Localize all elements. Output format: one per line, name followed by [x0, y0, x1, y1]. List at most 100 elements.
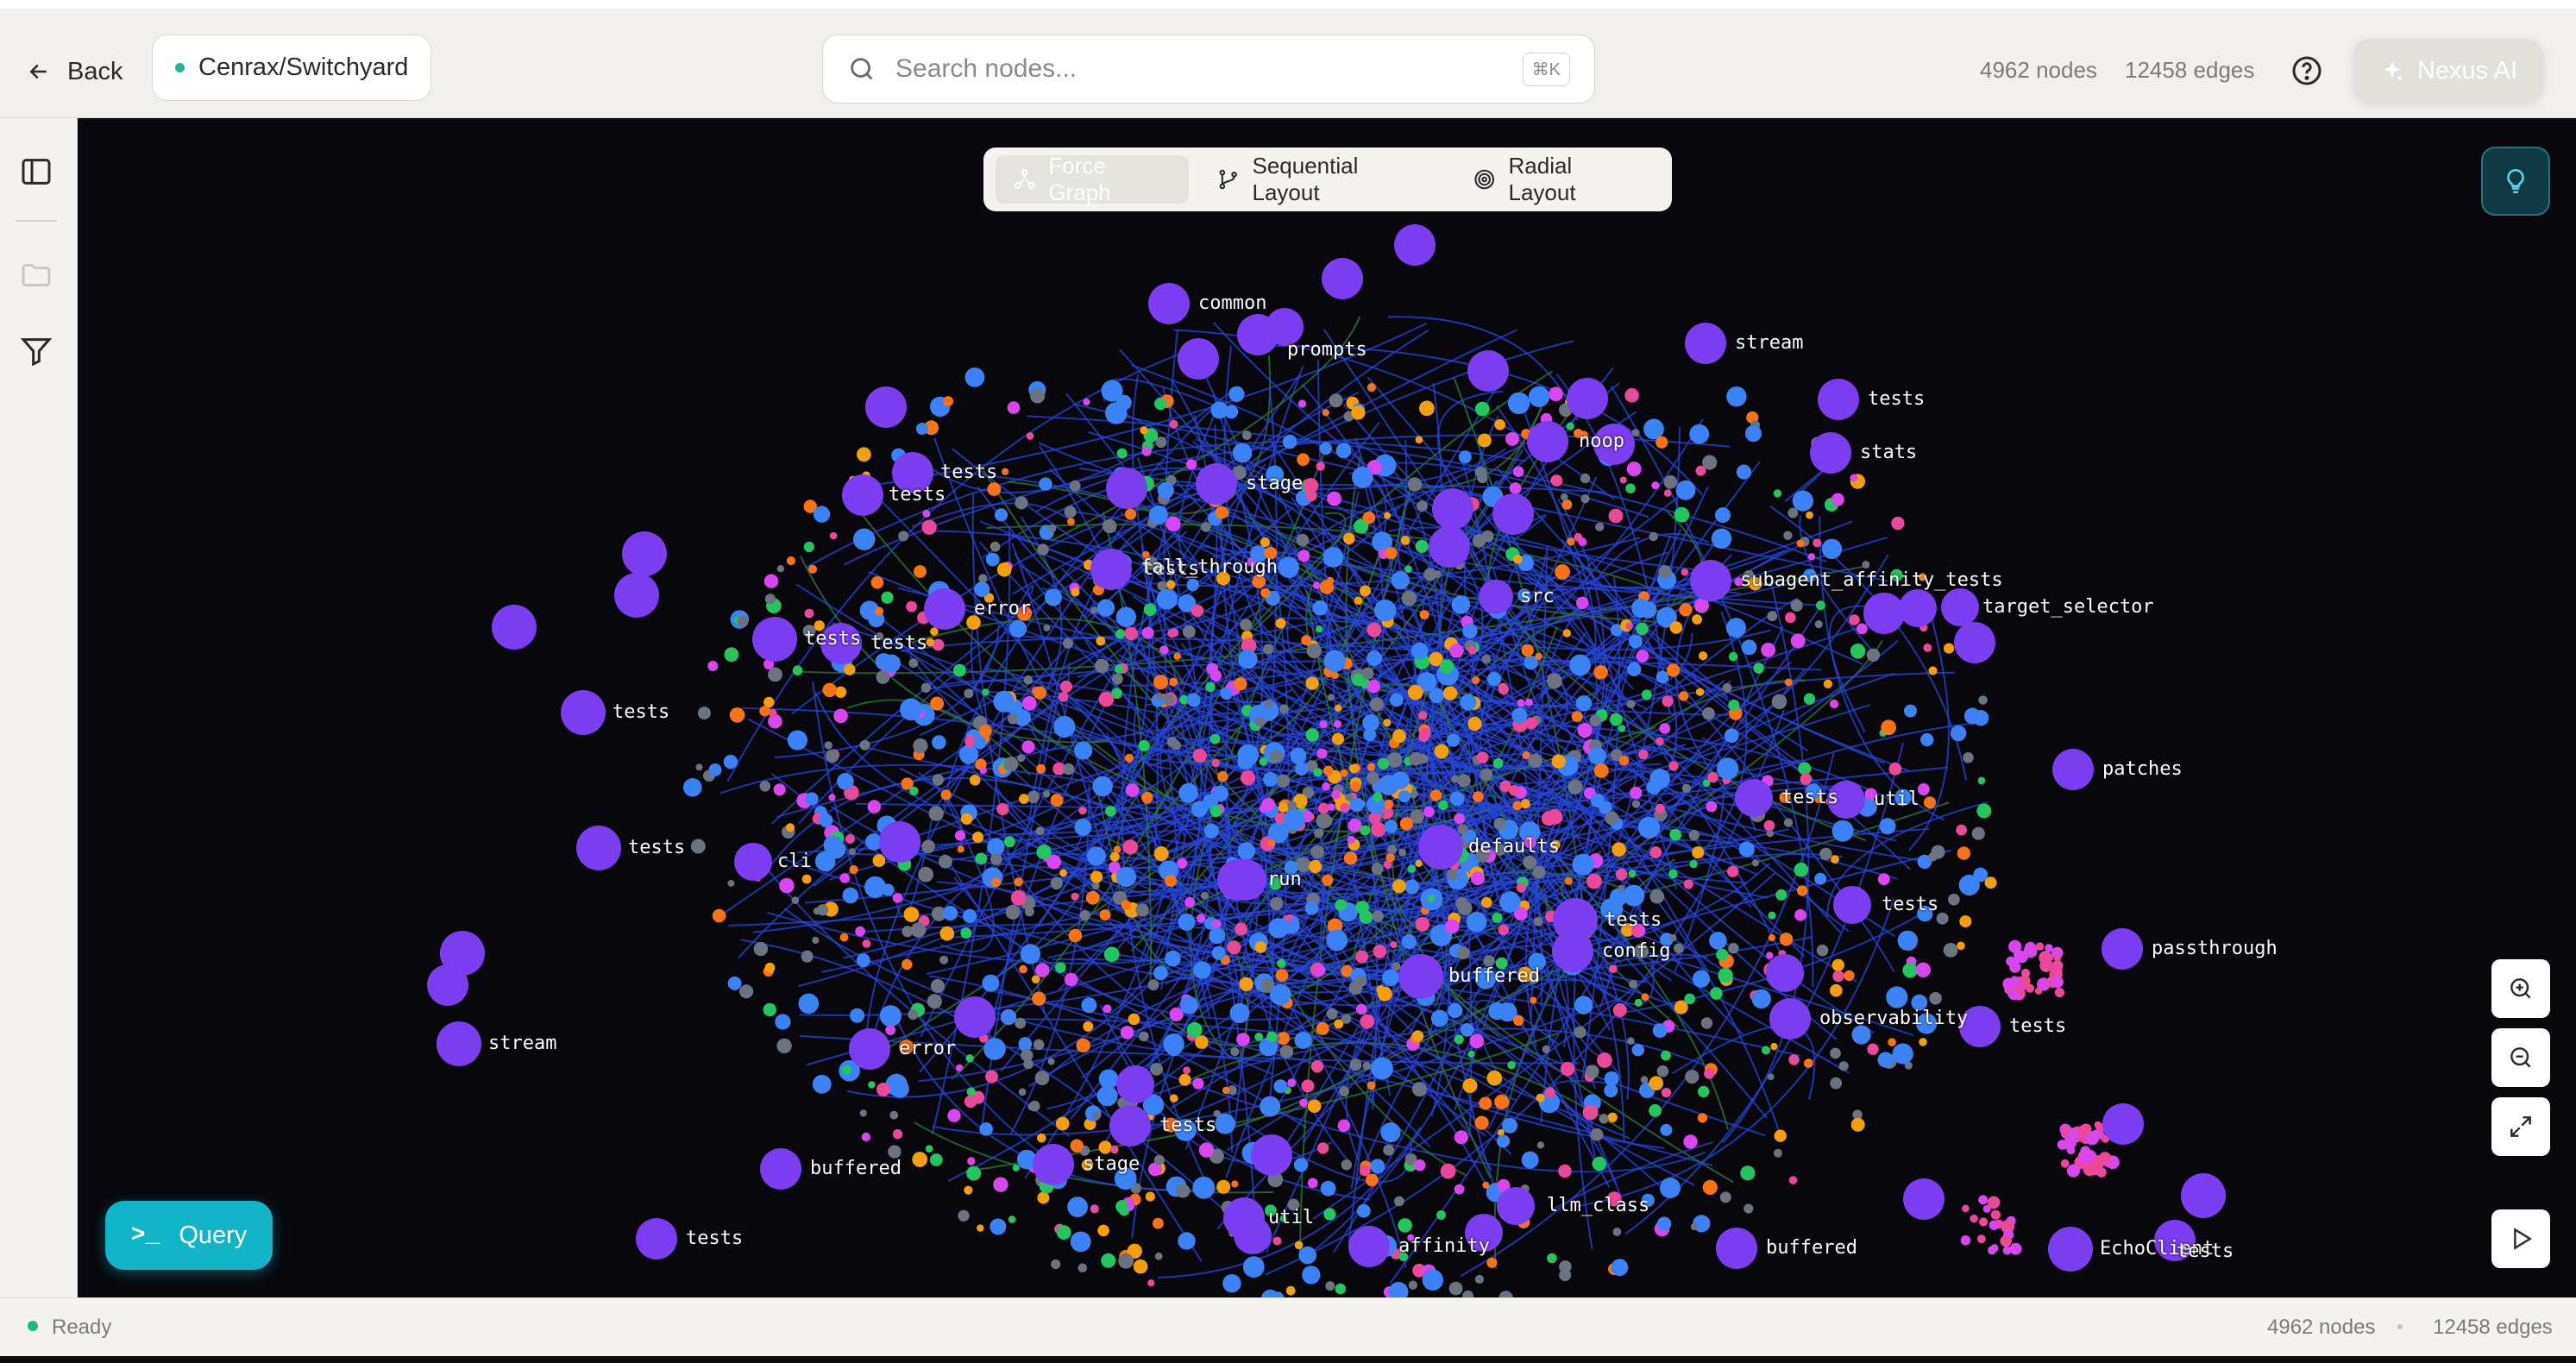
graph-node[interactable]: [1355, 950, 1368, 964]
graph-node[interactable]: [1448, 1281, 1463, 1296]
graph-node[interactable]: [1771, 694, 1787, 710]
query-button[interactable]: >_ Query: [105, 1201, 273, 1270]
graph-node[interactable]: [1474, 401, 1490, 417]
graph-node[interactable]: [1133, 1259, 1148, 1274]
graph-node[interactable]: [723, 754, 738, 769]
graph-node[interactable]: [1027, 1102, 1036, 1111]
graph-node[interactable]: [1209, 927, 1226, 945]
graph-node[interactable]: [1211, 758, 1220, 768]
graph-node[interactable]: [1339, 1086, 1349, 1096]
graph-node[interactable]: [1157, 581, 1167, 591]
graph-node[interactable]: [1314, 828, 1324, 839]
graph-node[interactable]: [1434, 744, 1449, 759]
graph-node[interactable]: [1689, 860, 1698, 869]
graph-node[interactable]: [1415, 917, 1430, 932]
graph-node[interactable]: [1109, 851, 1120, 862]
graph-node[interactable]: [1462, 1078, 1478, 1093]
graph-node[interactable]: [1963, 707, 1981, 725]
graph-node[interactable]: [1062, 638, 1073, 649]
graph-node[interactable]: [1276, 774, 1291, 788]
graph-node[interactable]: [1449, 791, 1465, 807]
graph-node[interactable]: [1663, 474, 1678, 489]
cluster-node[interactable]: [1567, 378, 1608, 419]
graph-node[interactable]: [978, 574, 988, 583]
graph-node[interactable]: [775, 1014, 791, 1030]
graph-node[interactable]: [849, 864, 858, 875]
graph-node[interactable]: [1362, 1061, 1372, 1071]
graph-node[interactable]: [861, 1132, 871, 1142]
graph-node[interactable]: [1083, 1021, 1094, 1032]
graph-node[interactable]: [763, 1002, 776, 1017]
graph-node[interactable]: [1528, 386, 1550, 407]
graph-node[interactable]: [1480, 896, 1492, 908]
graph-node[interactable]: [1678, 691, 1689, 701]
graph-node[interactable]: [1790, 633, 1806, 649]
graph-node[interactable]: [913, 738, 928, 754]
graph-node[interactable]: [2000, 1234, 2012, 1247]
graph-node[interactable]: [1153, 675, 1168, 690]
graph-node[interactable]: [801, 874, 812, 884]
graph-node[interactable]: [1792, 490, 1813, 512]
graph-node[interactable]: [1418, 711, 1428, 720]
graph-node[interactable]: [1449, 644, 1464, 658]
graph-node[interactable]: [885, 1025, 896, 1035]
cluster-node[interactable]: [1109, 1105, 1151, 1146]
graph-node[interactable]: [1295, 762, 1309, 776]
graph-node[interactable]: [844, 663, 856, 675]
graph-node[interactable]: [1173, 652, 1181, 660]
graph-node[interactable]: [1115, 629, 1126, 639]
graph-node[interactable]: [1446, 869, 1459, 881]
graph-node[interactable]: [1728, 651, 1738, 662]
graph-node[interactable]: [1631, 429, 1640, 437]
graph-node[interactable]: [1768, 911, 1776, 920]
graph-node[interactable]: [1607, 1112, 1618, 1123]
graph-node[interactable]: [1433, 570, 1442, 578]
graph-node[interactable]: [1388, 1282, 1409, 1297]
graph-node[interactable]: [805, 792, 819, 806]
graph-node[interactable]: [1222, 1086, 1230, 1095]
graph-node[interactable]: [1892, 1043, 1913, 1065]
graph-node[interactable]: [1278, 802, 1289, 813]
graph-node[interactable]: [1785, 612, 1796, 624]
graph-node[interactable]: [1341, 1159, 1353, 1171]
graph-node[interactable]: [1021, 1049, 1034, 1062]
graph-node[interactable]: [1798, 762, 1812, 776]
graph-node[interactable]: [987, 482, 1002, 496]
graph-node[interactable]: [908, 658, 919, 669]
graph-node[interactable]: [1787, 507, 1799, 518]
graph-node[interactable]: [1097, 1224, 1109, 1237]
graph-node[interactable]: [1482, 1181, 1490, 1189]
graph-node[interactable]: [1191, 801, 1208, 818]
graph-node[interactable]: [1626, 1037, 1635, 1046]
graph-node[interactable]: [729, 707, 745, 723]
graph-node[interactable]: [857, 447, 871, 462]
graph-node[interactable]: [1031, 975, 1040, 983]
graph-node[interactable]: [853, 528, 876, 550]
graph-node[interactable]: [1148, 505, 1168, 524]
graph-node[interactable]: [1261, 797, 1276, 812]
graph-node[interactable]: [1355, 1003, 1367, 1015]
graph-node[interactable]: [1185, 459, 1197, 470]
graph-node[interactable]: [1728, 943, 1739, 954]
graph-node[interactable]: [1831, 493, 1844, 506]
cluster-node[interactable]: [1810, 432, 1851, 474]
graph-node[interactable]: [1753, 663, 1764, 674]
cluster-node[interactable]: [1234, 1216, 1272, 1254]
graph-node[interactable]: [1958, 874, 1980, 896]
graph-node[interactable]: [1166, 736, 1178, 748]
graph-node[interactable]: [1521, 1151, 1539, 1169]
graph-node[interactable]: [928, 806, 944, 821]
graph-node[interactable]: [930, 696, 945, 711]
graph-node[interactable]: [1407, 864, 1417, 873]
graph-node[interactable]: [1796, 885, 1808, 896]
graph-node[interactable]: [956, 1064, 964, 1072]
graph-node[interactable]: [1382, 969, 1399, 987]
graph-node[interactable]: [1649, 1076, 1664, 1090]
graph-node[interactable]: [1377, 757, 1390, 769]
graph-node[interactable]: [1956, 824, 1968, 836]
graph-node[interactable]: [1341, 1014, 1352, 1024]
graph-node[interactable]: [1530, 996, 1537, 1004]
graph-node[interactable]: [1660, 1123, 1673, 1136]
graph-node[interactable]: [1928, 666, 1938, 675]
graph-node[interactable]: [1816, 600, 1825, 611]
